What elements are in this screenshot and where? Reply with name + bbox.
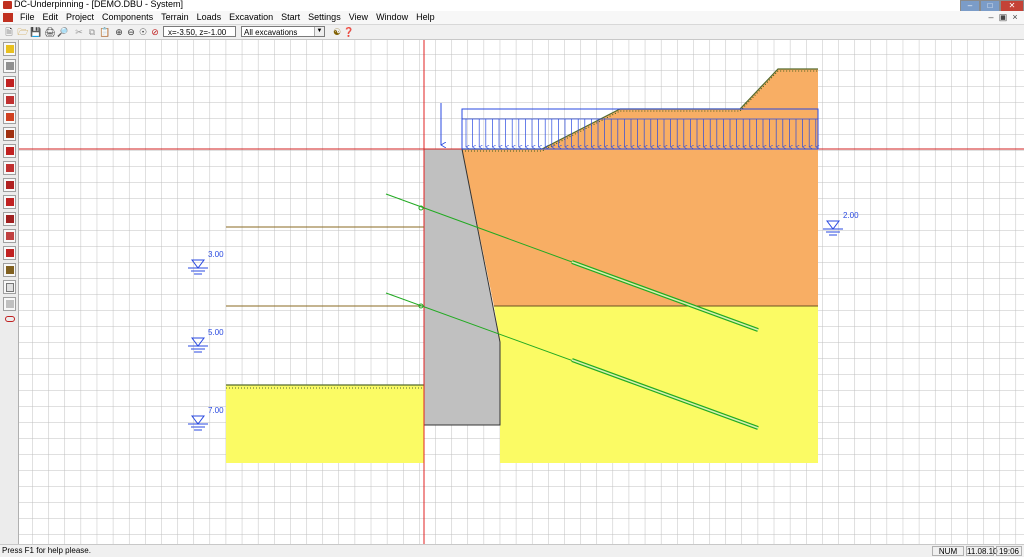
water-level-label: 2.00 (843, 211, 859, 220)
menu-start[interactable]: Start (277, 11, 304, 24)
sand-layer-left (226, 385, 424, 463)
doc-close-icon[interactable]: × (1009, 11, 1021, 24)
menu-edit[interactable]: Edit (39, 11, 63, 24)
sand-layer-right (494, 306, 818, 463)
wall-icon[interactable] (3, 76, 16, 90)
anchors-icon[interactable] (3, 127, 16, 141)
struts-icon[interactable] (3, 110, 16, 124)
window-title: DC-Underpinning - [DEMO.DBU - System] (14, 0, 184, 9)
water-level-label: 5.00 (208, 328, 224, 337)
settlement-icon[interactable] (3, 229, 16, 243)
new-file-icon[interactable]: 🗎 (3, 26, 15, 38)
menu-items: File Edit Project Components Terrain Loa… (16, 11, 439, 24)
zoom-in-icon[interactable]: ⊕ (113, 26, 125, 38)
status-date: 11.08.10 (966, 546, 998, 556)
excavation-select[interactable]: All excavations ▼ (241, 26, 325, 37)
copy-icon[interactable]: ⧉ (86, 26, 98, 38)
menu-project[interactable]: Project (62, 11, 98, 24)
graph-icon[interactable] (3, 178, 16, 192)
drawing-canvas[interactable]: 2.00 3.00 5.00 7.00 (19, 40, 1024, 544)
context-help-icon[interactable]: ❓ (343, 26, 355, 38)
load-icon[interactable] (3, 161, 16, 175)
status-bar: Press F1 for help please. NUM 11.08.10 1… (0, 544, 1024, 557)
tool-sidebar (0, 40, 19, 544)
stamp-icon[interactable] (3, 297, 16, 311)
soil-layers-icon[interactable] (3, 42, 16, 56)
zoom-out-icon[interactable]: ⊖ (125, 26, 137, 38)
doc-restore-icon[interactable]: ▣ (997, 11, 1009, 24)
chevron-down-icon[interactable]: ▼ (314, 27, 324, 36)
menu-terrain[interactable]: Terrain (157, 11, 193, 24)
menu-help[interactable]: Help (412, 11, 439, 24)
menu-file[interactable]: File (16, 11, 39, 24)
document-controls: – ▣ × (985, 11, 1021, 24)
coordinate-readout: x=-3.50, z=-1.00 (163, 26, 236, 37)
document-icon[interactable] (3, 13, 13, 22)
zoom-fit-icon[interactable]: ☉ (137, 26, 149, 38)
document-sheet-icon[interactable] (3, 280, 16, 294)
menu-components[interactable]: Components (98, 11, 157, 24)
ground-icon[interactable] (3, 59, 16, 73)
cut-icon[interactable]: ✂ (73, 26, 85, 38)
menu-settings[interactable]: Settings (304, 11, 345, 24)
status-time: 19:06 (996, 546, 1022, 556)
support-icon[interactable] (3, 195, 16, 209)
water-level-label: 3.00 (208, 250, 224, 259)
connector-icon[interactable] (3, 314, 16, 328)
reinforcement-icon[interactable] (3, 212, 16, 226)
sigma-icon[interactable] (3, 246, 16, 260)
excavation-select-value: All excavations (244, 28, 298, 37)
app-icon (3, 1, 12, 9)
zoom-reset-icon[interactable]: ⊘ (149, 26, 161, 38)
terrain-icon[interactable] (3, 144, 16, 158)
status-help-text: Press F1 for help please. (2, 546, 91, 555)
menu-bar: File Edit Project Components Terrain Loa… (0, 11, 1024, 25)
cross-section-drawing[interactable]: 2.00 3.00 5.00 7.00 (19, 40, 1024, 544)
menu-loads[interactable]: Loads (193, 11, 226, 24)
menu-view[interactable]: View (345, 11, 372, 24)
toolbar: 🗎 🗁 💾 🖨 🔎 ✂ ⧉ 📋 ⊕ ⊖ ☉ ⊘ x=-3.50, z=-1.00… (0, 25, 1024, 40)
print-icon[interactable]: 🖨 (44, 26, 56, 38)
info-icon[interactable]: ☯ (331, 26, 343, 38)
menu-excavation[interactable]: Excavation (225, 11, 277, 24)
water-level-label: 7.00 (208, 406, 224, 415)
paste-icon[interactable]: 📋 (99, 26, 111, 38)
menu-window[interactable]: Window (372, 11, 412, 24)
doc-minimize-icon[interactable]: – (985, 11, 997, 24)
title-bar: DC-Underpinning - [DEMO.DBU - System] – … (0, 0, 1024, 12)
num-lock-indicator: NUM (932, 546, 964, 556)
open-folder-icon[interactable]: 🗁 (17, 26, 29, 38)
excavation-icon[interactable] (3, 263, 16, 277)
wall-section-icon[interactable] (3, 93, 16, 107)
save-icon[interactable]: 💾 (30, 26, 42, 38)
print-preview-icon[interactable]: 🔎 (57, 26, 69, 38)
